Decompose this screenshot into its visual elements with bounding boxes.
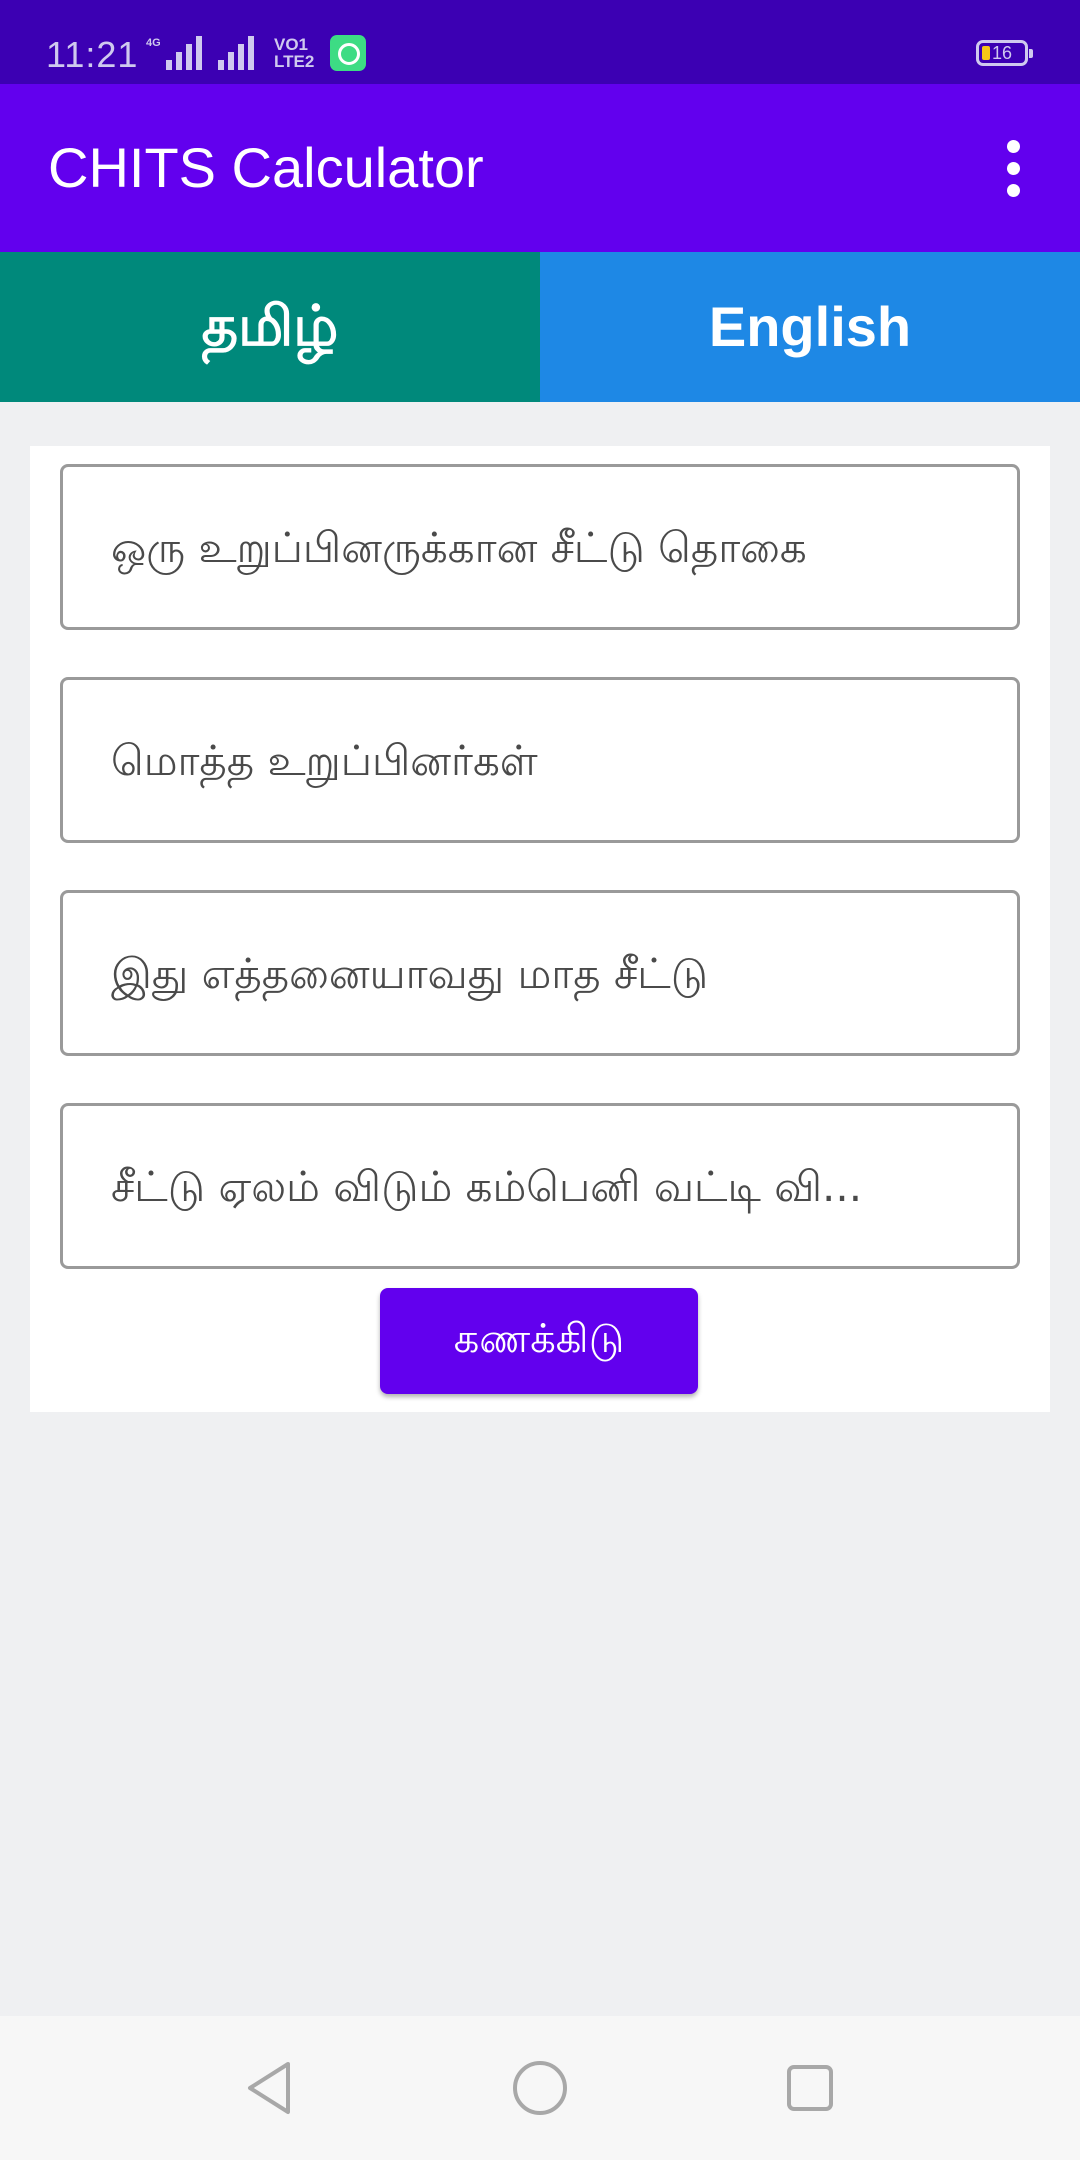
signal-strength-icon [218, 36, 254, 70]
company-interest-input[interactable] [60, 1103, 1020, 1269]
status-time: 11:21 [46, 34, 139, 75]
app-title: CHITS Calculator [48, 136, 484, 199]
english-language-button[interactable]: English [540, 252, 1080, 402]
language-tabs: தமிழ் English [0, 252, 1080, 402]
month-number-input[interactable] [60, 890, 1020, 1056]
calculate-button[interactable]: கணக்கிடு [380, 1288, 698, 1394]
battery-icon: 16 [976, 40, 1033, 66]
app-bar: CHITS Calculator [0, 84, 1080, 252]
battery-level: 16 [992, 43, 1013, 63]
recent-square-icon[interactable] [774, 2052, 846, 2124]
signal-strength-icon [166, 36, 202, 70]
network-type-icon: 4G [146, 37, 161, 49]
status-bar: 11:21 4G VO1 LTE2 16 [0, 0, 1080, 84]
chit-amount-per-member-input[interactable] [60, 464, 1020, 630]
notification-app-icon [330, 35, 366, 71]
total-members-input[interactable] [60, 677, 1020, 843]
back-triangle-icon[interactable] [234, 2052, 306, 2124]
volte-icon: VO1 LTE2 [274, 35, 315, 71]
system-navigation-bar [0, 2016, 1080, 2160]
more-vert-icon[interactable] [990, 138, 1038, 198]
home-circle-icon[interactable] [504, 2052, 576, 2124]
calculator-form: கணக்கிடு [30, 446, 1050, 1412]
tamil-language-button[interactable]: தமிழ் [0, 252, 540, 402]
